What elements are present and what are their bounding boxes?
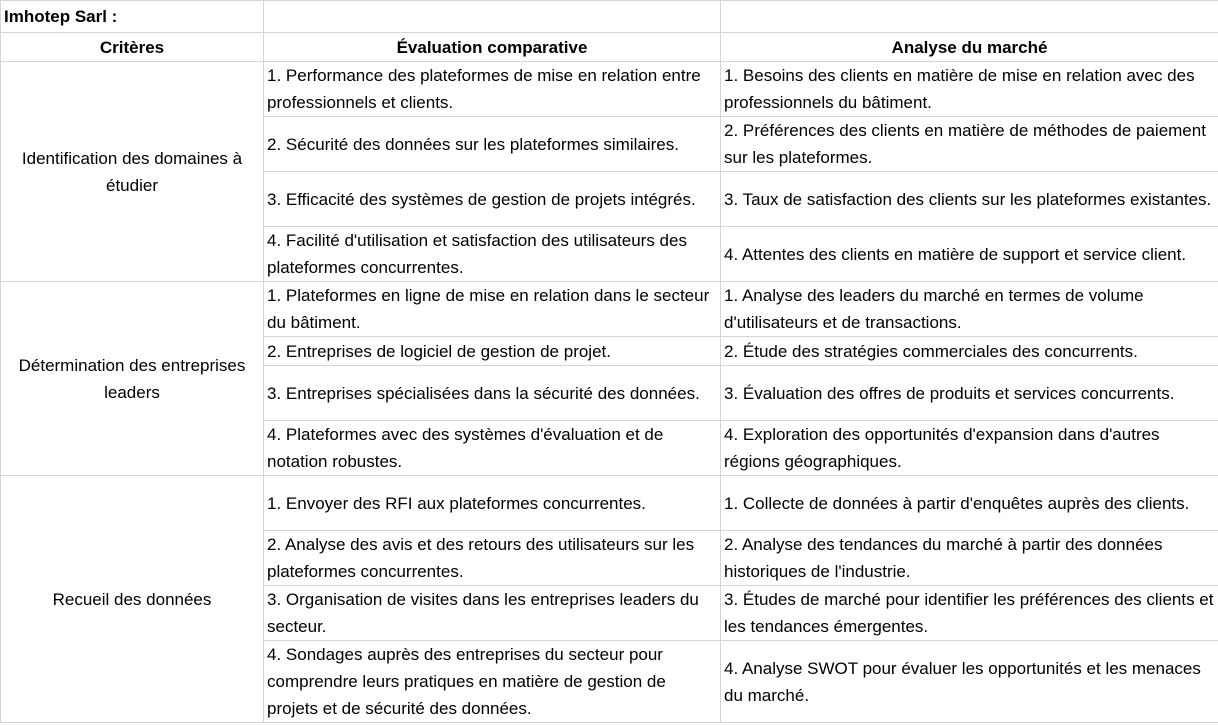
comparative-cell[interactable]: 2. Analyse des avis et des retours des u… [263,530,721,586]
market-cell[interactable]: 1. Collecte de données à partir d'enquêt… [720,475,1218,531]
comparative-cell[interactable]: 2. Entreprises de logiciel de gestion de… [263,336,721,366]
market-cell[interactable]: 4. Analyse SWOT pour évaluer les opportu… [720,640,1218,723]
market-cell[interactable]: 1. Besoins des clients en matière de mis… [720,61,1218,117]
market-cell[interactable]: 1. Analyse des leaders du marché en term… [720,281,1218,337]
spreadsheet-table: Imhotep Sarl : Critères Évaluation compa… [0,0,1218,723]
comparative-cell[interactable]: 2. Sécurité des données sur les platefor… [263,116,721,172]
criterion-cell[interactable]: Recueil des données [0,475,264,723]
market-cell[interactable]: 4. Exploration des opportunités d'expans… [720,420,1218,476]
criterion-cell[interactable]: Identification des domaines à étudier [0,61,264,282]
header-market[interactable]: Analyse du marché [720,32,1218,62]
comparative-cell[interactable]: 4. Plateformes avec des systèmes d'évalu… [263,420,721,476]
comparative-cell[interactable]: 3. Entreprises spécialisées dans la sécu… [263,365,721,421]
comparative-cell[interactable]: 1. Plateformes en ligne de mise en relat… [263,281,721,337]
market-cell[interactable]: 2. Préférences des clients en matière de… [720,116,1218,172]
table-row: Détermination des entreprises leaders 1.… [0,281,1218,476]
empty-cell[interactable] [720,0,1218,33]
comparative-cell[interactable]: 3. Efficacité des systèmes de gestion de… [263,171,721,227]
header-comparative[interactable]: Évaluation comparative [263,32,721,62]
header-row: Critères Évaluation comparative Analyse … [0,32,1218,62]
criterion-cell[interactable]: Détermination des entreprises leaders [0,281,264,476]
header-criteria[interactable]: Critères [0,32,264,62]
company-name-cell[interactable]: Imhotep Sarl : [0,0,264,33]
market-cell[interactable]: 3. Évaluation des offres de produits et … [720,365,1218,421]
empty-cell[interactable] [263,0,721,33]
title-row: Imhotep Sarl : [0,0,1218,33]
market-cell[interactable]: 2. Analyse des tendances du marché à par… [720,530,1218,586]
market-cell[interactable]: 4. Attentes des clients en matière de su… [720,226,1218,282]
market-cell[interactable]: 2. Étude des stratégies commerciales des… [720,336,1218,366]
comparative-cell[interactable]: 4. Facilité d'utilisation et satisfactio… [263,226,721,282]
comparative-cell[interactable]: 1. Envoyer des RFI aux plateformes concu… [263,475,721,531]
comparative-cell[interactable]: 1. Performance des plateformes de mise e… [263,61,721,117]
table-row: Identification des domaines à étudier 1.… [0,61,1218,282]
market-cell[interactable]: 3. Études de marché pour identifier les … [720,585,1218,641]
market-cell[interactable]: 3. Taux de satisfaction des clients sur … [720,171,1218,227]
comparative-cell[interactable]: 4. Sondages auprès des entreprises du se… [263,640,721,723]
comparative-cell[interactable]: 3. Organisation de visites dans les entr… [263,585,721,641]
table-row: Recueil des données 1. Envoyer des RFI a… [0,475,1218,723]
